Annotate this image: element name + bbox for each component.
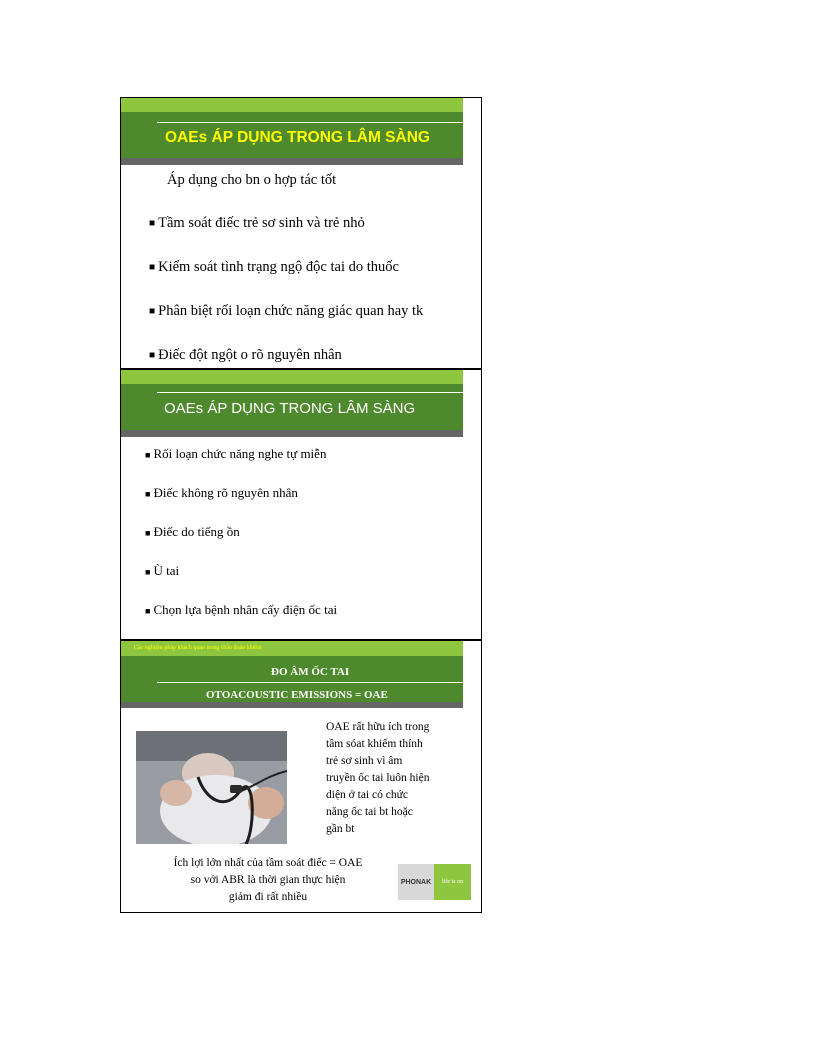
- description-line: diện ở tai có chức: [326, 789, 408, 801]
- bullet-item: ■ Tầm soát điếc trẻ sơ sinh và trẻ nhỏ: [149, 215, 365, 231]
- header-gray-shadow: [121, 702, 463, 708]
- slide-1-title: OAEs ÁP DỤNG TRONG LÂM SÀNG: [165, 129, 430, 146]
- summary-block: Ích lợi lớn nhất của tầm soát điếc = OAE…: [163, 855, 373, 906]
- newborn-hearing-test-photo: [136, 731, 287, 844]
- phonak-logo: PHONAK life is on: [398, 864, 471, 900]
- slide-1-subtitle: Áp dụng cho bn o hợp tác tốt: [167, 172, 337, 188]
- phonak-logo-tagline: life is on: [434, 864, 471, 900]
- slide-2-title: OAEs ÁP DỤNG TRONG LÂM SÀNG: [164, 400, 416, 417]
- bullet-item: ■ Phân biệt rối loạn chức năng giác quan …: [149, 303, 424, 319]
- bullet-marker: ■: [145, 606, 151, 617]
- summary-line: giảm đi rất nhiều: [228, 891, 308, 903]
- header-gray-shadow: [121, 430, 463, 437]
- bullet-item: ■ Chọn lựa bệnh nhân cấy điện ốc tai: [145, 602, 338, 617]
- header-white-rule: [157, 682, 463, 683]
- bullet-marker: ■: [149, 350, 156, 362]
- bullet-item: ■ Kiểm soát tình trạng ngộ độc tai do thu…: [149, 259, 399, 275]
- description-line: gần bt: [326, 823, 355, 835]
- description-block: OAE rất hữu ích trong tầm sóat khiếm thí…: [326, 719, 429, 838]
- description-line: trẻ sơ sinh vì âm: [326, 755, 403, 767]
- header-note: Các nghiệm pháp khách quan trong chẩn đo…: [134, 645, 262, 651]
- slide-2: OAEs ÁP DỤNG TRONG LÂM SÀNG ■ Rối loạn ch…: [120, 369, 482, 640]
- header-gray-shadow: [121, 158, 463, 165]
- description-line: năng ốc tai bt hoặc: [326, 806, 413, 818]
- header-lime-bar: [121, 98, 463, 112]
- summary-line: so với ABR là thời gian thực hiện: [190, 874, 346, 886]
- bullet-marker: ■: [149, 306, 156, 318]
- phonak-logo-wordmark: PHONAK: [398, 864, 434, 900]
- description-line: truyền ốc tai luôn hiện: [326, 772, 430, 784]
- header-white-rule: [157, 392, 463, 393]
- description-line: OAE rất hữu ích trong: [326, 721, 430, 733]
- bullet-marker: ■: [145, 450, 151, 461]
- slide-3: Các nghiệm pháp khách quan trong chẩn đo…: [120, 640, 482, 913]
- slide-3-title-line1: ĐO ÂM ỐC TAI: [271, 666, 350, 678]
- slide-3-title-line2: OTOACOUSTIC EMISSIONS = OAE: [206, 689, 388, 701]
- summary-line: Ích lợi lớn nhất của tầm soát điếc = OAE: [173, 857, 363, 869]
- header-lime-bar: [121, 370, 463, 384]
- bullet-marker: ■: [149, 218, 156, 230]
- header-white-rule: [157, 122, 463, 123]
- bullet-item: ■ Điếc không rõ nguyên nhân: [145, 485, 298, 500]
- bullet-item: ■ Điếc do tiếng ồn: [145, 524, 240, 539]
- bullet-marker: ■: [149, 262, 156, 274]
- bullet-item: ■ Ù tai: [145, 563, 180, 578]
- description-line: tầm sóat khiếm thính: [326, 738, 423, 750]
- bullet-marker: ■: [145, 528, 151, 539]
- bullet-item: ■ Điếc đột ngột o rõ nguyên nhân: [149, 347, 342, 363]
- bullet-marker: ■: [145, 567, 151, 578]
- slide-1: OAEs ÁP DỤNG TRONG LÂM SÀNG Áp dụng cho …: [120, 97, 482, 369]
- bullet-marker: ■: [145, 489, 151, 500]
- bullet-item: ■ Rối loạn chức năng nghe tự miễn: [145, 446, 327, 461]
